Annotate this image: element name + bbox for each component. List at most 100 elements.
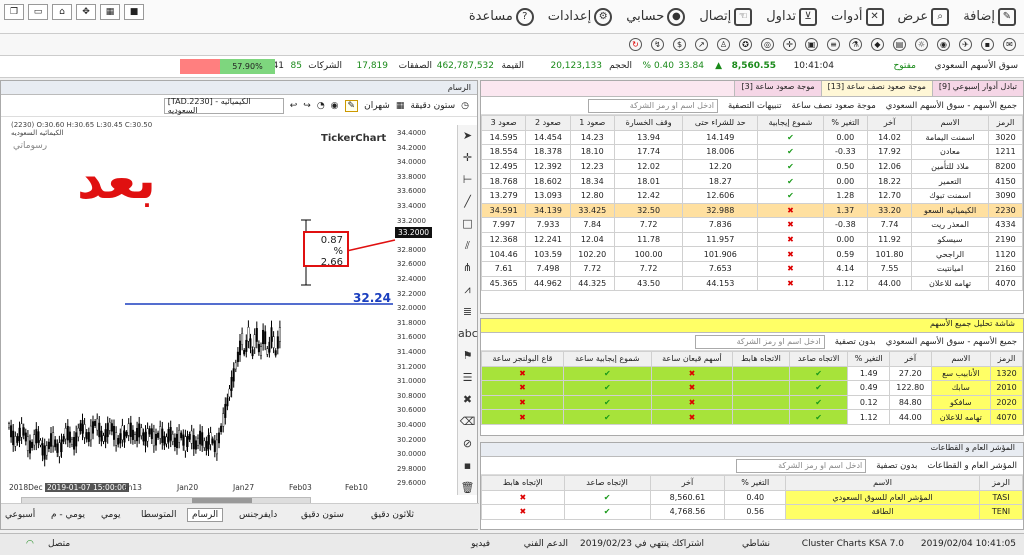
tab-divergence[interactable]: دايفرجنس xyxy=(239,510,277,520)
chart-icon[interactable]: ▤ xyxy=(893,38,906,51)
hide-icon[interactable]: ⊘ xyxy=(458,433,477,455)
table-row[interactable]: 4334 المعذر ريت 7.74 0.38- ✖ 7.836 7.72 7.84 7.9… xyxy=(480,217,1024,233)
trend-icon[interactable]: ↯ xyxy=(651,38,664,51)
menu-trade[interactable]: ⊻ تداول xyxy=(766,7,818,26)
flask-icon[interactable]: ⚗ xyxy=(849,38,862,51)
price-chart[interactable] xyxy=(1,125,401,505)
calendar-icon[interactable]: ▦ xyxy=(396,101,405,111)
market-filter[interactable]: جميع الأسهم - سوق الأسهم السعودي xyxy=(886,101,1017,111)
table-row[interactable]: TASI المؤشر العام للسوق السعودي 0.40 8,560.… xyxy=(481,489,1023,506)
table-row[interactable]: 2010 سابك 122.80 0.49 ✔ ✖ ✔ ✖ xyxy=(480,380,1023,396)
column-header[interactable]: الرمز xyxy=(990,351,1023,367)
video-link[interactable]: فيديو xyxy=(471,539,490,549)
expand-icon[interactable]: ✥ xyxy=(76,4,96,20)
stack-icon[interactable]: ≡ xyxy=(827,38,840,51)
table-row[interactable]: 4070 تهامه للاعلان 44.00 1.12 ✔ ✖ ✔ ✖ xyxy=(480,409,1023,425)
column-header[interactable]: صعود 3 xyxy=(480,115,527,131)
mail-icon[interactable]: ✉ xyxy=(1003,38,1016,51)
column-header[interactable]: آخر xyxy=(888,351,932,367)
table-row[interactable]: 1320 الأنابيب سع 27.20 1.49 ✔ ✖ ✔ ✖ xyxy=(480,365,1023,382)
hline-icon[interactable]: ⊢ xyxy=(458,169,477,191)
eraser-icon[interactable]: ⌫ xyxy=(458,411,477,433)
table-row[interactable]: 4070 تهامه للاعلان 44.00 1.12 ✖ 44.153 43.50 44… xyxy=(480,275,1024,292)
column-header[interactable]: التغير % xyxy=(847,351,890,367)
column-header[interactable]: الاتجاه هابط xyxy=(732,351,790,367)
restore-icon[interactable]: ❐ xyxy=(4,4,24,20)
rect-icon[interactable]: □ xyxy=(458,213,477,235)
award-icon[interactable]: ✪ xyxy=(739,38,752,51)
search-input[interactable]: ادخل اسم او رمز الشركة xyxy=(694,334,825,349)
redo-icon[interactable]: ↪ xyxy=(303,101,311,111)
cursor-icon[interactable]: ➤ xyxy=(458,125,477,147)
menu-settings[interactable]: ⚙ إعدادات xyxy=(548,7,613,26)
table-row[interactable]: 2190 سيسكو 11.92 0.00 ✖ 11.957 11.78 12.04 12.24… xyxy=(480,231,1024,248)
column-header[interactable]: شموع إيجابية xyxy=(757,115,824,131)
column-header[interactable]: أسهم قيعان ساعة xyxy=(650,351,734,367)
box-icon[interactable]: ▣ xyxy=(805,38,818,51)
tab-weekly-swap[interactable]: تبادل أدوار إسبوعي [9] xyxy=(931,81,1023,96)
wave-filter[interactable]: موجة صعود نصف ساعة xyxy=(792,101,876,111)
trash-icon[interactable]: 🗑 xyxy=(458,477,477,499)
undo-icon[interactable]: ↩ xyxy=(290,101,298,111)
tab-60min[interactable]: ستون دقيق xyxy=(301,510,344,520)
tab-ma[interactable]: المتوسطا xyxy=(141,510,176,520)
tab-drawer[interactable]: الرسام xyxy=(187,508,224,522)
lock-icon[interactable]: ▪ xyxy=(981,38,994,51)
filter-alerts[interactable]: تنبيهات التصفية xyxy=(728,101,782,111)
table-row[interactable]: 2160 اميانتيت 7.55 4.14 ✖ 7.653 7.72 7.72 7.498 7… xyxy=(480,260,1024,277)
target-icon[interactable]: ◎ xyxy=(761,38,774,51)
table-row[interactable]: 2230 الكيميائيه السعو 33.20 1.37 ✖ 32.988 32.5… xyxy=(480,202,1024,219)
crosshair-icon[interactable]: ✛ xyxy=(458,147,477,169)
person-icon[interactable]: ♙ xyxy=(717,38,730,51)
table-row[interactable]: 3020 اسمنت اليمامة 14.02 0.00 ✔ 14.149 13.94 14… xyxy=(480,129,1024,146)
no-filter[interactable]: بدون تصفية xyxy=(835,337,876,347)
table-row[interactable]: 1211 معادن 17.92 0.33- ✔ 18.006 17.74 18.10 18.3… xyxy=(480,144,1024,160)
column-header[interactable]: آخر xyxy=(866,115,913,131)
tab-halfhour-wave[interactable]: موجة صعود نصف ساعة [13] xyxy=(820,81,932,96)
table-row[interactable]: 3090 اسمنت تبوك 12.70 1.28 ✔ 12.606 12.42 12.80… xyxy=(480,187,1024,204)
table-row[interactable]: 1120 الراجحي 101.80 0.59 ✖ 101.906 100.00 102.2… xyxy=(480,246,1024,262)
flag-icon[interactable]: ⚑ xyxy=(458,345,477,367)
column-header[interactable]: الاسم xyxy=(930,351,992,367)
menu-tools[interactable]: ✕ أدوات xyxy=(831,7,884,26)
column-header[interactable]: الرمز xyxy=(979,475,1023,491)
sector-filter[interactable]: المؤشر العام و القطاعات xyxy=(927,461,1017,471)
table-row[interactable]: TENI الطاقة 0.56 4,768.56 ✔ ✖ xyxy=(481,504,1023,520)
column-header[interactable]: صعود 1 xyxy=(569,115,615,131)
column-header[interactable]: الاسم xyxy=(785,475,981,491)
tab-daily[interactable]: يومي xyxy=(101,510,120,520)
window-icon[interactable]: ▭ xyxy=(28,4,48,20)
column-header[interactable]: صعود 2 xyxy=(525,115,571,131)
no-filter[interactable]: بدون تصفية xyxy=(876,461,917,471)
drop-icon[interactable]: ◆ xyxy=(871,38,884,51)
column-header[interactable]: الرمز xyxy=(987,115,1024,131)
column-header[interactable]: آخر xyxy=(649,475,726,491)
zigzag-icon[interactable]: ⩘ xyxy=(458,279,477,301)
interval-select[interactable]: شهران xyxy=(364,101,390,111)
crosshair-icon[interactable]: ✛ xyxy=(783,38,796,51)
fork-icon[interactable]: ⋔ xyxy=(458,257,477,279)
tab-30min[interactable]: ثلاثون دقيق xyxy=(371,510,414,520)
table-row[interactable]: 4150 التعمير 18.22 0.00 ✔ 18.27 18.01 18.34 18.6… xyxy=(480,173,1024,189)
column-header[interactable]: شموع إيجابية ساعة xyxy=(563,351,652,367)
column-header[interactable]: التغير % xyxy=(724,475,787,491)
menu-view[interactable]: ⌕ عرض xyxy=(898,7,950,26)
list-icon[interactable]: ☰ xyxy=(458,367,477,389)
column-header[interactable]: التغير % xyxy=(822,115,868,131)
clock-icon[interactable]: ◷ xyxy=(461,101,469,111)
symbol-select[interactable]: [TAD.2230] - الكيميائيه السعوديه xyxy=(163,97,284,115)
tab-daily-m[interactable]: يومي - م xyxy=(51,510,85,520)
column-header[interactable]: الاسم xyxy=(911,115,989,131)
menu-account[interactable]: ● حسابي xyxy=(626,7,686,26)
tile-icon[interactable]: ▦ xyxy=(100,4,120,20)
text-icon[interactable]: abc xyxy=(458,323,478,345)
graph-icon[interactable]: ↗ xyxy=(695,38,708,51)
tab-hour-wave[interactable]: موجة صعود ساعة [3] xyxy=(734,81,821,96)
table-row[interactable]: 8200 ملاذ للتأمين 12.06 0.50 ✔ 12.20 12.02 12.2… xyxy=(480,158,1024,175)
column-header[interactable]: وقف الخسارة xyxy=(613,115,684,131)
market-filter[interactable]: جميع الأسهم - سوق الأسهم السعودي xyxy=(886,337,1017,347)
lock-icon[interactable]: ▪ xyxy=(458,455,477,477)
fib-icon[interactable]: ≣ xyxy=(458,301,477,323)
column-header[interactable]: الإتجاه صاعد xyxy=(563,475,651,491)
menu-connect[interactable]: ☜ إتصال xyxy=(699,7,753,26)
